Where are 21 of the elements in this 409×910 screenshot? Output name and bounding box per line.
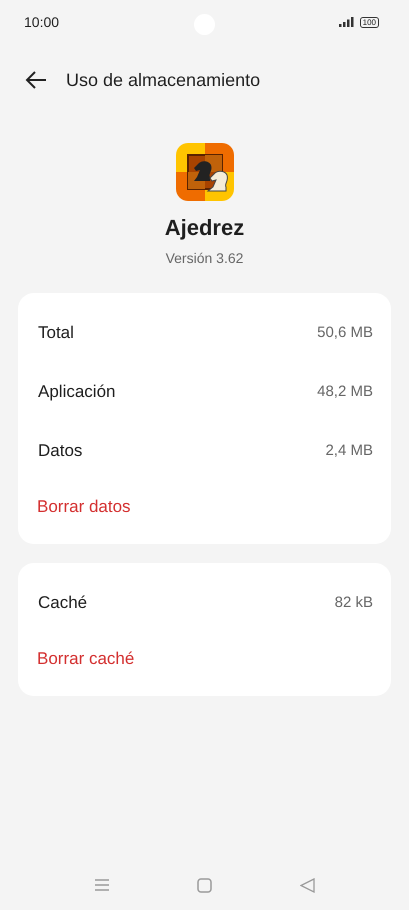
row-value: 50,6 MB: [317, 324, 373, 341]
clock: 10:00: [24, 14, 60, 30]
battery-level: 100: [360, 16, 379, 28]
app-name: Ajedrez: [164, 215, 244, 241]
row-value: 48,2 MB: [317, 383, 373, 400]
menu-icon[interactable]: [94, 878, 110, 892]
row-value: 82 kB: [334, 594, 373, 611]
row-label: Aplicación: [38, 382, 116, 402]
clear-button[interactable]: Borrar caché: [18, 632, 391, 686]
signal-icon: [338, 17, 355, 27]
home-icon[interactable]: [197, 878, 212, 892]
back-button[interactable]: [24, 70, 48, 90]
chess-app-icon: [176, 143, 234, 201]
clear-button[interactable]: Borrar datos: [18, 480, 391, 534]
page-title: Uso de almacenamiento: [66, 70, 260, 90]
back-icon[interactable]: [300, 878, 316, 892]
row-label: Caché: [38, 592, 88, 612]
app-version: Versión 3.62: [166, 250, 244, 266]
row-label: Total: [38, 322, 74, 342]
row-label: Datos: [38, 440, 82, 460]
row-value: 2,4 MB: [325, 442, 373, 459]
